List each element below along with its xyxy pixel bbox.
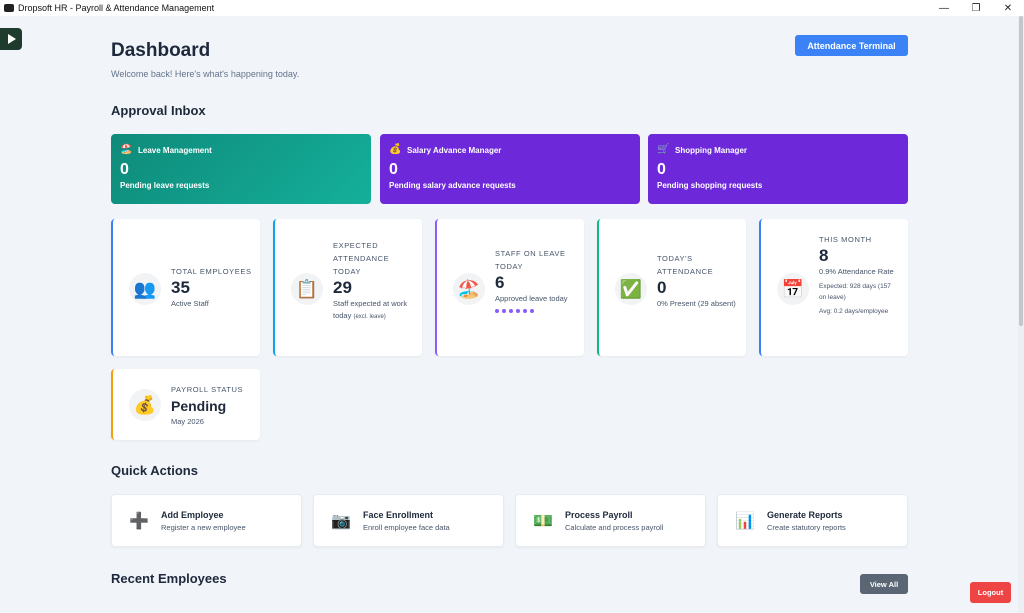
action-title: Generate Reports (767, 509, 843, 520)
action-sub: Calculate and process payroll (565, 522, 664, 532)
action-title: Face Enrollment (363, 509, 434, 520)
stat-expected: Expected: 928 days (157 on leave) (819, 283, 891, 301)
card-label: Leave Management (138, 145, 212, 155)
leave-management-card[interactable]: 🏖️ Leave Management 0 Pending leave reque… (111, 134, 371, 204)
action-sub: Register a new employee (161, 522, 246, 532)
chart-icon: 📊 (735, 512, 755, 530)
recent-employees-title: Recent Employees (111, 571, 227, 586)
camera-icon: 📷 (331, 512, 351, 530)
view-all-button[interactable]: View All (860, 574, 908, 594)
stat-value: 29 (333, 278, 352, 297)
beach-icon: 🏖️ (120, 144, 133, 155)
plus-icon: ➕ (129, 512, 149, 530)
money-icon: 💵 (533, 512, 553, 530)
scrollbar[interactable] (1018, 16, 1024, 613)
money-bag-icon: 💰 (389, 144, 402, 155)
action-sub: Enroll employee face data (363, 522, 450, 532)
check-icon: ✅ (615, 273, 647, 305)
this-month-card: 📅 THIS MONTH 8 0.9% Attendance Rate Expe… (759, 219, 908, 356)
payroll-status-card: 💰 PAYROLL STATUS Pending May 2026 (111, 369, 260, 440)
clipboard-icon: 📋 (291, 273, 323, 305)
card-desc: Pending shopping requests (657, 181, 763, 190)
leave-dot (509, 309, 513, 313)
maximize-icon[interactable]: ❐ (960, 0, 992, 16)
todays-attendance-card: ✅ TODAY'S ATTENDANCE 0 0% Present (29 ab… (597, 219, 746, 356)
generate-reports-button[interactable]: 📊 Generate Reports Create statutory repor… (717, 494, 908, 547)
stat-sub: Approved leave today (495, 294, 568, 303)
stat-label: EXPECTED ATTENDANCE TODAY (333, 241, 390, 276)
minimize-icon[interactable]: — (928, 0, 960, 16)
beach-icon: 🏖️ (453, 273, 485, 305)
stat-average: Avg: 0.2 days/employee (819, 308, 889, 315)
approval-inbox-title: Approval Inbox (111, 103, 206, 118)
staff-on-leave-card: 🏖️ STAFF ON LEAVE TODAY 6 Approved leave… (435, 219, 584, 356)
card-desc: Pending salary advance requests (389, 181, 516, 190)
stat-label: TOTAL EMPLOYEES (171, 267, 252, 276)
face-enrollment-button[interactable]: 📷 Face Enrollment Enroll employee face da… (313, 494, 504, 547)
add-employee-button[interactable]: ➕ Add Employee Register a new employee (111, 494, 302, 547)
quick-actions-title: Quick Actions (111, 463, 198, 478)
leave-dots (495, 309, 571, 313)
leave-dot (516, 309, 520, 313)
leave-dot (502, 309, 506, 313)
action-sub: Create statutory reports (767, 522, 846, 532)
action-title: Add Employee (161, 509, 224, 520)
stat-sub: Active Staff (171, 299, 209, 308)
window-titlebar: Dropsoft HR - Payroll & Attendance Manag… (0, 0, 1024, 16)
attendance-terminal-button[interactable]: Attendance Terminal (795, 35, 908, 56)
stat-sub-note: (excl. leave) (353, 314, 386, 320)
calendar-icon: 📅 (777, 273, 809, 305)
action-title: Process Payroll (565, 509, 633, 520)
shopping-cart-icon: 🛒 (657, 144, 670, 155)
money-bag-icon: 💰 (129, 389, 161, 421)
leave-dot (530, 309, 534, 313)
sidebar-toggle-button[interactable] (0, 28, 22, 50)
salary-advance-card[interactable]: 💰 Salary Advance Manager 0 Pending salary… (380, 134, 640, 204)
close-icon[interactable]: ✕ (992, 0, 1024, 16)
card-count: 0 (389, 161, 398, 178)
app-logo-icon (4, 4, 14, 12)
stat-sub: May 2026 (171, 417, 204, 426)
card-label: Salary Advance Manager (407, 145, 502, 155)
card-label: Shopping Manager (675, 145, 747, 155)
scrollbar-thumb[interactable] (1019, 16, 1023, 326)
process-payroll-button[interactable]: 💵 Process Payroll Calculate and process p… (515, 494, 706, 547)
stat-value: 6 (495, 273, 505, 292)
window-title: Dropsoft HR - Payroll & Attendance Manag… (18, 3, 215, 13)
total-employees-card: 👥 TOTAL EMPLOYEES 35 Active Staff (111, 219, 260, 356)
stat-label: PAYROLL STATUS (171, 385, 244, 394)
stat-value: 0 (657, 278, 667, 297)
leave-dot (523, 309, 527, 313)
page-subtitle: Welcome back! Here's what's happening to… (111, 69, 300, 79)
stat-value: 8 (819, 246, 829, 265)
logout-button[interactable]: Logout (970, 582, 1011, 603)
shopping-manager-card[interactable]: 🛒 Shopping Manager 0 Pending shopping req… (648, 134, 908, 204)
stat-value: 35 (171, 278, 190, 297)
stat-value: Pending (171, 398, 227, 414)
card-desc: Pending leave requests (120, 181, 210, 190)
stat-sub: 0% Present (29 absent) (657, 299, 736, 308)
stat-label: THIS MONTH (819, 235, 872, 244)
card-count: 0 (120, 161, 129, 178)
users-icon: 👥 (129, 273, 161, 305)
expected-attendance-card: 📋 EXPECTED ATTENDANCE TODAY 29 Staff exp… (273, 219, 422, 356)
stat-label: STAFF ON LEAVE TODAY (495, 249, 566, 271)
leave-dot (495, 309, 499, 313)
page-title: Dashboard (111, 40, 211, 61)
play-icon (8, 34, 16, 44)
stat-label: TODAY'S ATTENDANCE (657, 254, 714, 276)
stat-sub: 0.9% Attendance Rate (819, 267, 894, 276)
card-count: 0 (657, 161, 666, 178)
